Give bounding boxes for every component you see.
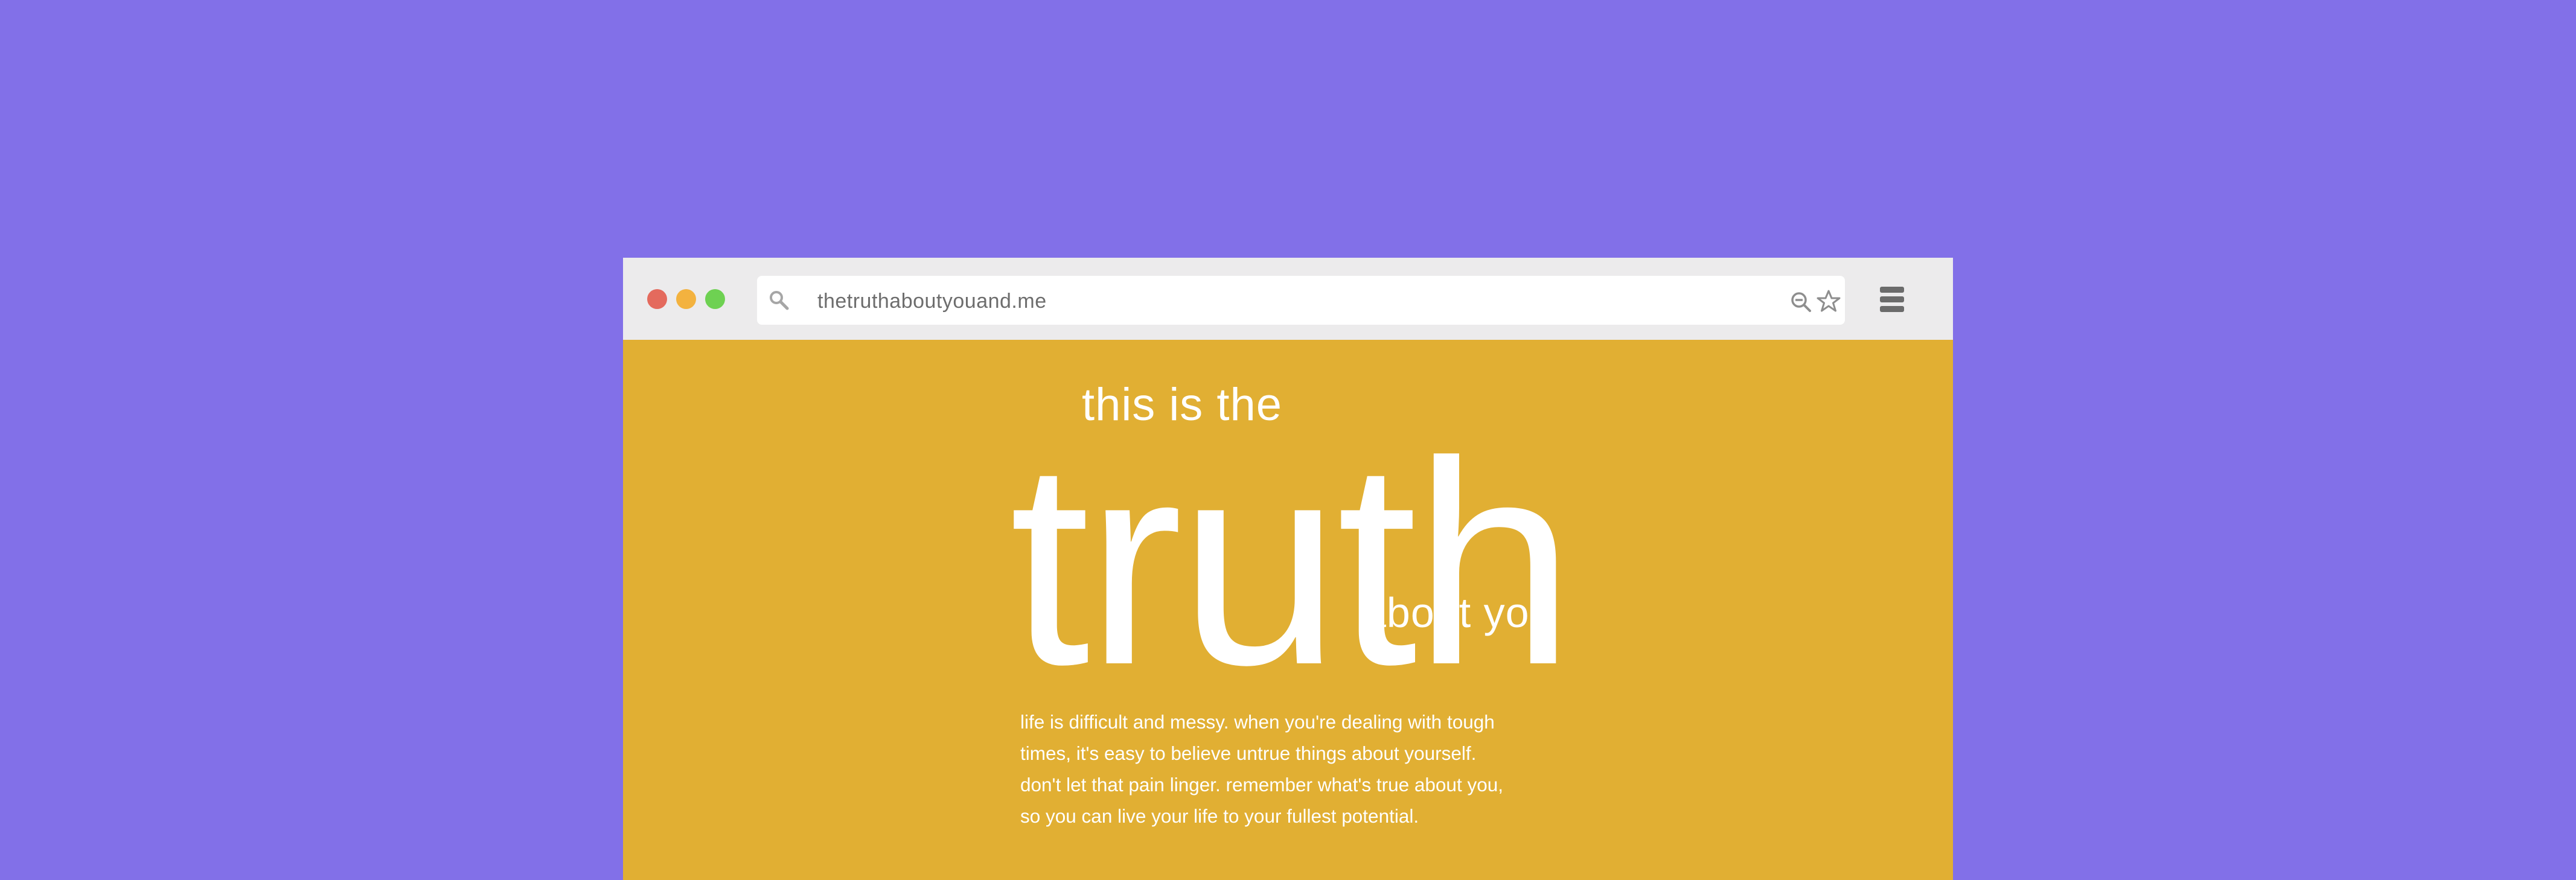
hero-bottom-text: about you — [1363, 589, 1554, 636]
browser-toolbar: thetruthaboutyouand.me — [623, 258, 1953, 340]
hamburger-menu-icon[interactable] — [1880, 287, 1904, 312]
address-bar-url[interactable]: thetruthaboutyouand.me — [817, 276, 1047, 325]
hero: this is the truth about you life is diff… — [623, 340, 1953, 880]
zoom-out-icon[interactable] — [1789, 290, 1812, 313]
intro-line: times, it's easy to believe untrue thing… — [1020, 742, 1477, 764]
maximize-window-button[interactable] — [705, 289, 725, 309]
page-content: this is the truth about you life is diff… — [623, 340, 1953, 880]
close-window-button[interactable] — [647, 289, 667, 309]
intro-line: life is difficult and messy. when you're… — [1020, 711, 1495, 733]
address-bar[interactable]: thetruthaboutyouand.me — [757, 276, 1845, 325]
browser-window: thetruthaboutyouand.me this is the truth… — [623, 258, 1953, 880]
intro-line: so you can live your life to your fulles… — [1020, 805, 1419, 827]
star-icon[interactable] — [1817, 289, 1841, 313]
intro-line: don't let that pain linger. remember wha… — [1020, 774, 1503, 796]
minimize-window-button[interactable] — [676, 289, 696, 309]
search-icon — [770, 291, 789, 310]
intro-paragraph: life is difficult and messy. when you're… — [1020, 706, 1564, 832]
hero-main-text: truth — [1009, 401, 1574, 725]
